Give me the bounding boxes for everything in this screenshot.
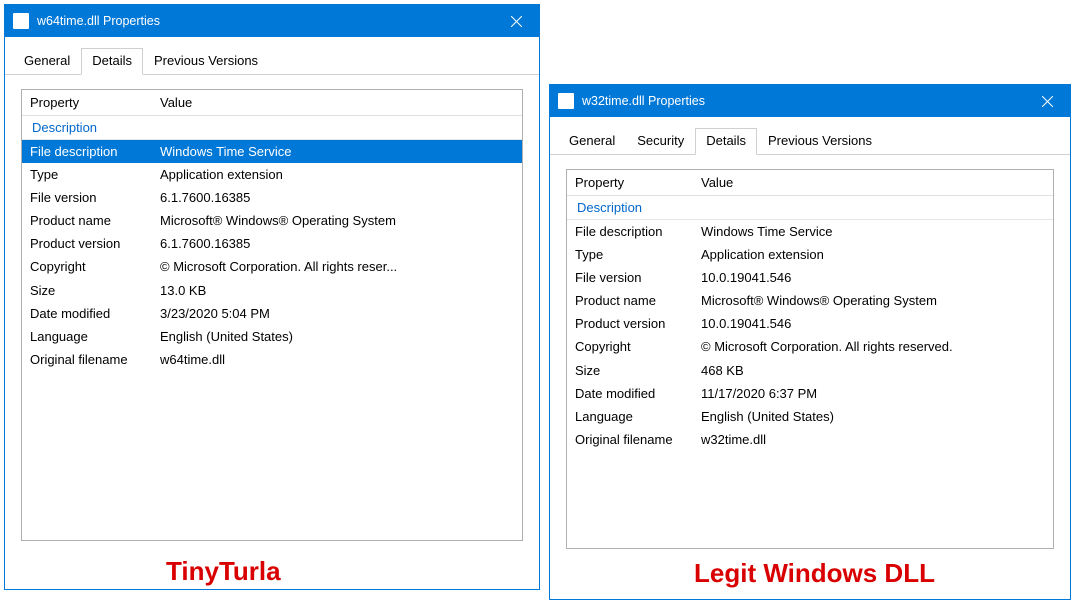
detail-property: Copyright [30, 258, 160, 276]
tab-details[interactable]: Details [81, 48, 143, 75]
header-property[interactable]: Property [22, 90, 152, 115]
detail-value: 10.0.19041.546 [701, 315, 1053, 333]
detail-property: Original filename [575, 431, 701, 449]
tab-previous-versions[interactable]: Previous Versions [143, 48, 269, 75]
detail-property: Size [30, 282, 160, 300]
detail-row[interactable]: TypeApplication extension [567, 243, 1053, 266]
tab-general[interactable]: General [558, 128, 626, 155]
detail-property: Product version [575, 315, 701, 333]
detail-property: Product name [575, 292, 701, 310]
tab-strip: General Security Details Previous Versio… [550, 117, 1070, 155]
tab-details[interactable]: Details [695, 128, 757, 155]
properties-window-right: ⚙ w32time.dll Properties General Securit… [549, 84, 1071, 600]
detail-value: 11/17/2020 6:37 PM [701, 385, 1053, 403]
tab-general[interactable]: General [13, 48, 81, 75]
detail-row[interactable]: Product version10.0.19041.546 [567, 313, 1053, 336]
detail-value: Microsoft® Windows® Operating System [160, 212, 522, 230]
detail-row[interactable]: Product nameMicrosoft® Windows® Operatin… [22, 210, 522, 233]
detail-property: Language [30, 328, 160, 346]
detail-row[interactable]: Original filenamew32time.dll [567, 429, 1053, 452]
detail-row[interactable]: File version10.0.19041.546 [567, 266, 1053, 289]
caption-left: TinyTurla [166, 556, 281, 587]
detail-property: Type [30, 166, 160, 184]
header-value[interactable]: Value [693, 170, 1053, 195]
details-panel: Property Value Description File descript… [566, 169, 1054, 549]
detail-property: Date modified [575, 385, 701, 403]
detail-row[interactable]: LanguageEnglish (United States) [22, 326, 522, 349]
group-description[interactable]: Description [567, 196, 1053, 220]
detail-value: Windows Time Service [160, 143, 522, 161]
detail-value: © Microsoft Corporation. All rights rese… [701, 338, 1053, 356]
column-headers: Property Value [567, 170, 1053, 196]
detail-row[interactable]: TypeApplication extension [22, 163, 522, 186]
detail-value: 6.1.7600.16385 [160, 189, 522, 207]
detail-value: 13.0 KB [160, 282, 522, 300]
detail-property: Language [575, 408, 701, 426]
detail-row[interactable]: Product nameMicrosoft® Windows® Operatin… [567, 290, 1053, 313]
detail-property: File description [575, 223, 701, 241]
column-headers: Property Value [22, 90, 522, 116]
detail-row[interactable]: Date modified11/17/2020 6:37 PM [567, 382, 1053, 405]
tab-security[interactable]: Security [626, 128, 695, 155]
detail-property: File version [575, 269, 701, 287]
detail-row[interactable]: Original filenamew64time.dll [22, 349, 522, 372]
detail-value: w32time.dll [701, 431, 1053, 449]
detail-property: Product version [30, 235, 160, 253]
window-title: w64time.dll Properties [37, 14, 493, 28]
detail-row[interactable]: Copyright© Microsoft Corporation. All ri… [22, 256, 522, 279]
detail-value: 10.0.19041.546 [701, 269, 1053, 287]
detail-row[interactable]: Size13.0 KB [22, 279, 522, 302]
app-icon: ⚙ [558, 93, 574, 109]
detail-value: 468 KB [701, 362, 1053, 380]
caption-right: Legit Windows DLL [694, 558, 935, 589]
close-button[interactable] [493, 5, 539, 37]
titlebar[interactable]: ⚙ w32time.dll Properties [550, 85, 1070, 117]
window-title: w32time.dll Properties [582, 94, 1024, 108]
close-button[interactable] [1024, 85, 1070, 117]
detail-value: Application extension [160, 166, 522, 184]
detail-property: Copyright [575, 338, 701, 356]
detail-row[interactable]: Copyright© Microsoft Corporation. All ri… [567, 336, 1053, 359]
detail-value: Application extension [701, 246, 1053, 264]
detail-row[interactable]: File descriptionWindows Time Service [567, 220, 1053, 243]
detail-property: Type [575, 246, 701, 264]
detail-row[interactable]: Size468 KB [567, 359, 1053, 382]
detail-row[interactable]: Date modified3/23/2020 5:04 PM [22, 302, 522, 325]
detail-property: Size [575, 362, 701, 380]
group-description[interactable]: Description [22, 116, 522, 140]
detail-value: English (United States) [701, 408, 1053, 426]
app-icon: ⚙ [13, 13, 29, 29]
detail-property: Original filename [30, 351, 160, 369]
detail-row[interactable]: File version6.1.7600.16385 [22, 186, 522, 209]
detail-row[interactable]: Product version6.1.7600.16385 [22, 233, 522, 256]
detail-value: 6.1.7600.16385 [160, 235, 522, 253]
detail-row[interactable]: File descriptionWindows Time Service [22, 140, 522, 163]
properties-window-left: ⚙ w64time.dll Properties General Details… [4, 4, 540, 590]
close-icon [511, 16, 522, 27]
detail-value: 3/23/2020 5:04 PM [160, 305, 522, 323]
close-icon [1042, 96, 1053, 107]
header-property[interactable]: Property [567, 170, 693, 195]
tab-previous-versions[interactable]: Previous Versions [757, 128, 883, 155]
detail-property: Date modified [30, 305, 160, 323]
tab-strip: General Details Previous Versions [5, 37, 539, 75]
detail-value: w64time.dll [160, 351, 522, 369]
detail-property: File version [30, 189, 160, 207]
titlebar[interactable]: ⚙ w64time.dll Properties [5, 5, 539, 37]
details-panel: Property Value Description File descript… [21, 89, 523, 541]
detail-property: File description [30, 143, 160, 161]
detail-property: Product name [30, 212, 160, 230]
detail-value: © Microsoft Corporation. All rights rese… [160, 258, 522, 276]
detail-value: Microsoft® Windows® Operating System [701, 292, 1053, 310]
header-value[interactable]: Value [152, 90, 522, 115]
detail-value: English (United States) [160, 328, 522, 346]
detail-value: Windows Time Service [701, 223, 1053, 241]
detail-row[interactable]: LanguageEnglish (United States) [567, 406, 1053, 429]
